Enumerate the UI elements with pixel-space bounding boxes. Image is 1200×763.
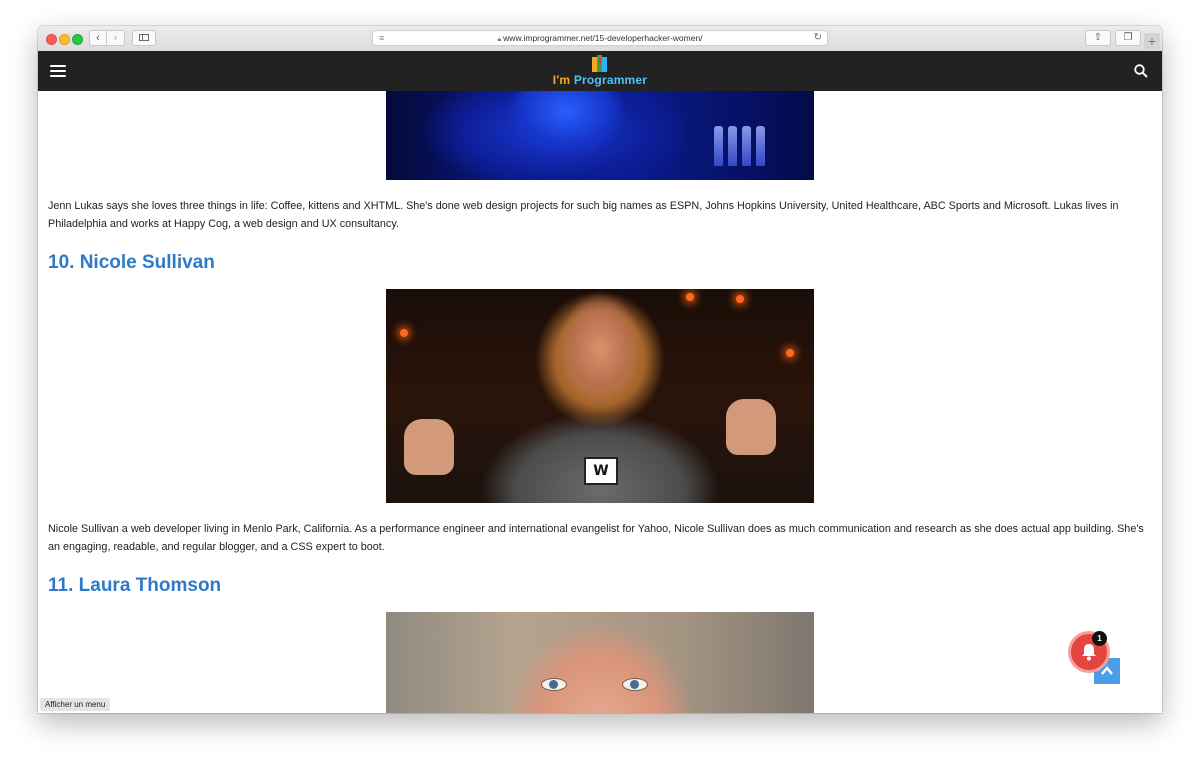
share-button[interactable]: ⇧ bbox=[1085, 30, 1111, 46]
zoom-window-button[interactable] bbox=[72, 34, 83, 45]
minimize-window-button[interactable] bbox=[59, 34, 70, 45]
share-icon: ⇧ bbox=[1093, 32, 1103, 43]
menu-tooltip: Afficher un menu bbox=[40, 698, 111, 711]
url-text: www.improgrammer.net/15-developerhacker-… bbox=[503, 33, 703, 43]
article-paragraph-nicole-sullivan: Nicole Sullivan a web developer living i… bbox=[48, 523, 1144, 553]
sidebar-toggle-button[interactable] bbox=[132, 30, 156, 46]
back-button[interactable]: ‹ bbox=[89, 30, 107, 46]
site-logo[interactable]: I'm Programmer bbox=[550, 54, 650, 88]
article-paragraph-jenn-lukas: Jenn Lukas says she loves three things i… bbox=[48, 200, 1119, 230]
notification-count-badge: 1 bbox=[1092, 631, 1107, 646]
site-header: I'm Programmer bbox=[38, 51, 1162, 91]
chevron-right-icon: › bbox=[113, 32, 118, 44]
pendant-logo: W bbox=[584, 457, 618, 485]
sidebar-icon bbox=[139, 34, 149, 41]
heading-laura-thomson[interactable]: 11. Laura Thomson bbox=[48, 575, 221, 597]
close-window-button[interactable] bbox=[46, 34, 57, 45]
browser-window: ‹ › ≡ 🔒︎ www.improgrammer.net/15-develope… bbox=[38, 26, 1162, 713]
reload-icon[interactable]: ↻ bbox=[814, 31, 822, 45]
search-icon[interactable] bbox=[1134, 64, 1148, 78]
lock-icon: 🔒︎ bbox=[497, 36, 502, 43]
heading-nicole-sullivan[interactable]: 10. Nicole Sullivan bbox=[48, 252, 215, 274]
new-tab-button[interactable]: + bbox=[1144, 33, 1160, 49]
tabs-overview-button[interactable]: ❐ bbox=[1115, 30, 1141, 46]
chevron-left-icon: ‹ bbox=[96, 32, 100, 44]
nicole-sullivan-photo: W bbox=[386, 289, 814, 503]
browser-toolbar: ‹ › ≡ 🔒︎ www.improgrammer.net/15-develope… bbox=[38, 26, 1162, 52]
article-content: Jenn Lukas says she loves three things i… bbox=[38, 91, 1162, 713]
hamburger-menu-icon[interactable] bbox=[50, 65, 66, 77]
tabs-icon: ❐ bbox=[1123, 32, 1133, 43]
history-nav: ‹ › bbox=[89, 30, 125, 46]
laura-thomson-photo bbox=[386, 612, 814, 713]
reader-view-icon[interactable]: ≡ bbox=[379, 31, 384, 45]
jenn-lukas-photo bbox=[386, 91, 814, 180]
book-logo-icon bbox=[592, 55, 607, 72]
plus-icon: + bbox=[1147, 33, 1157, 49]
address-bar[interactable]: ≡ 🔒︎ www.improgrammer.net/15-developerhac… bbox=[372, 30, 828, 46]
forward-button[interactable]: › bbox=[107, 30, 125, 46]
logo-text: I'm Programmer bbox=[552, 73, 648, 87]
